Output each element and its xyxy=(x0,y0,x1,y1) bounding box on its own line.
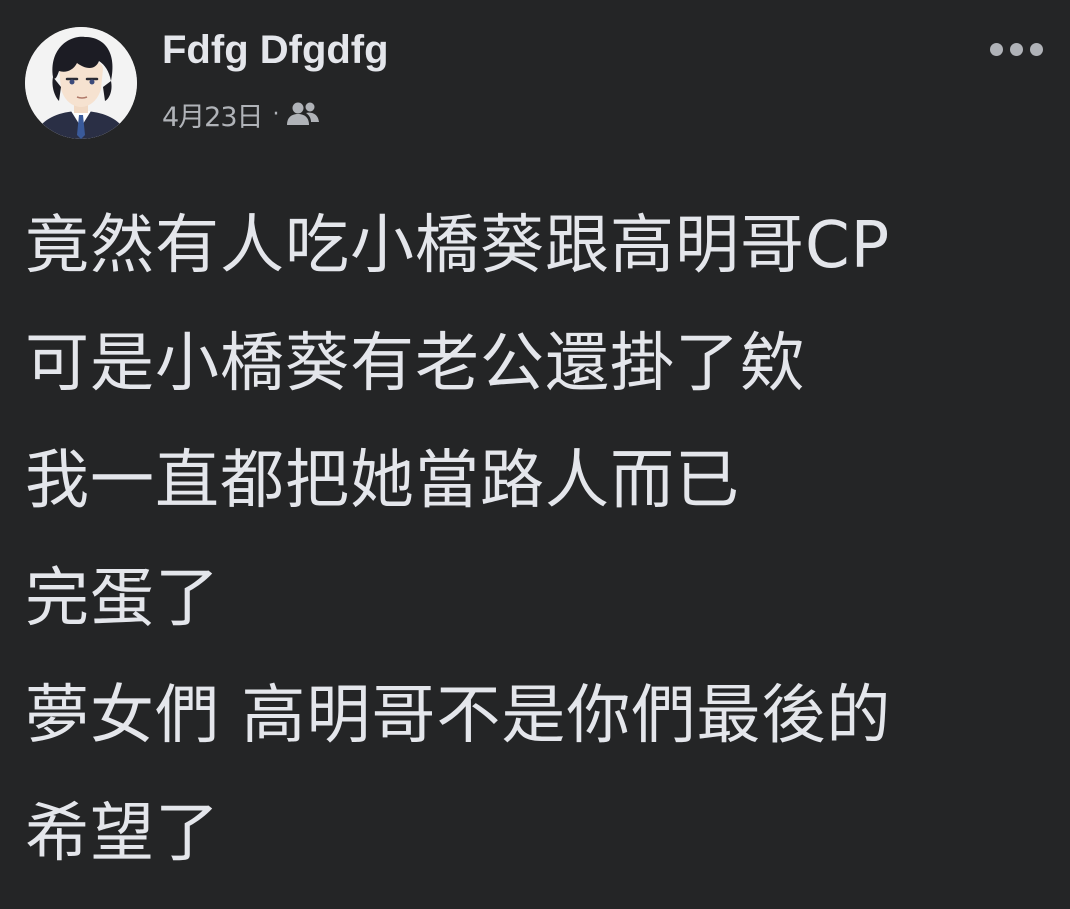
avatar-image xyxy=(25,27,137,139)
friends-icon[interactable] xyxy=(286,100,320,128)
post-text-line: 希望了 xyxy=(25,796,220,871)
meta-separator: · xyxy=(272,101,280,127)
author-name[interactable]: Fdfg Dfgdfg xyxy=(162,26,389,74)
more-horizontal-icon xyxy=(989,42,1043,56)
post-text-line: 竟然有人吃小橋葵跟高明哥CP xyxy=(25,209,891,283)
more-options-button[interactable] xyxy=(984,30,1048,68)
post-text-line: 夢女們 高明哥不是你們最後的 xyxy=(25,679,892,753)
post-meta: 4月23日 · xyxy=(162,94,320,134)
post-text-line: 完蛋了 xyxy=(25,561,220,636)
post-text-line: 可是小橋葵有老公還掛了欸 xyxy=(25,326,805,401)
author-avatar[interactable] xyxy=(25,27,137,139)
post-date[interactable]: 4月23日 xyxy=(162,95,264,134)
post-text: 竟然有人吃小橋葵跟高明哥CP 可是小橋葵有老公還掛了欸 我一直都把她當路人而已 … xyxy=(25,188,1055,893)
post-card: Fdfg Dfgdfg 4月23日 · 竟然有人吃小橋葵跟高明哥CP 可是小橋葵… xyxy=(0,0,1070,909)
post-text-line: 我一直都把她當路人而已 xyxy=(25,444,740,518)
